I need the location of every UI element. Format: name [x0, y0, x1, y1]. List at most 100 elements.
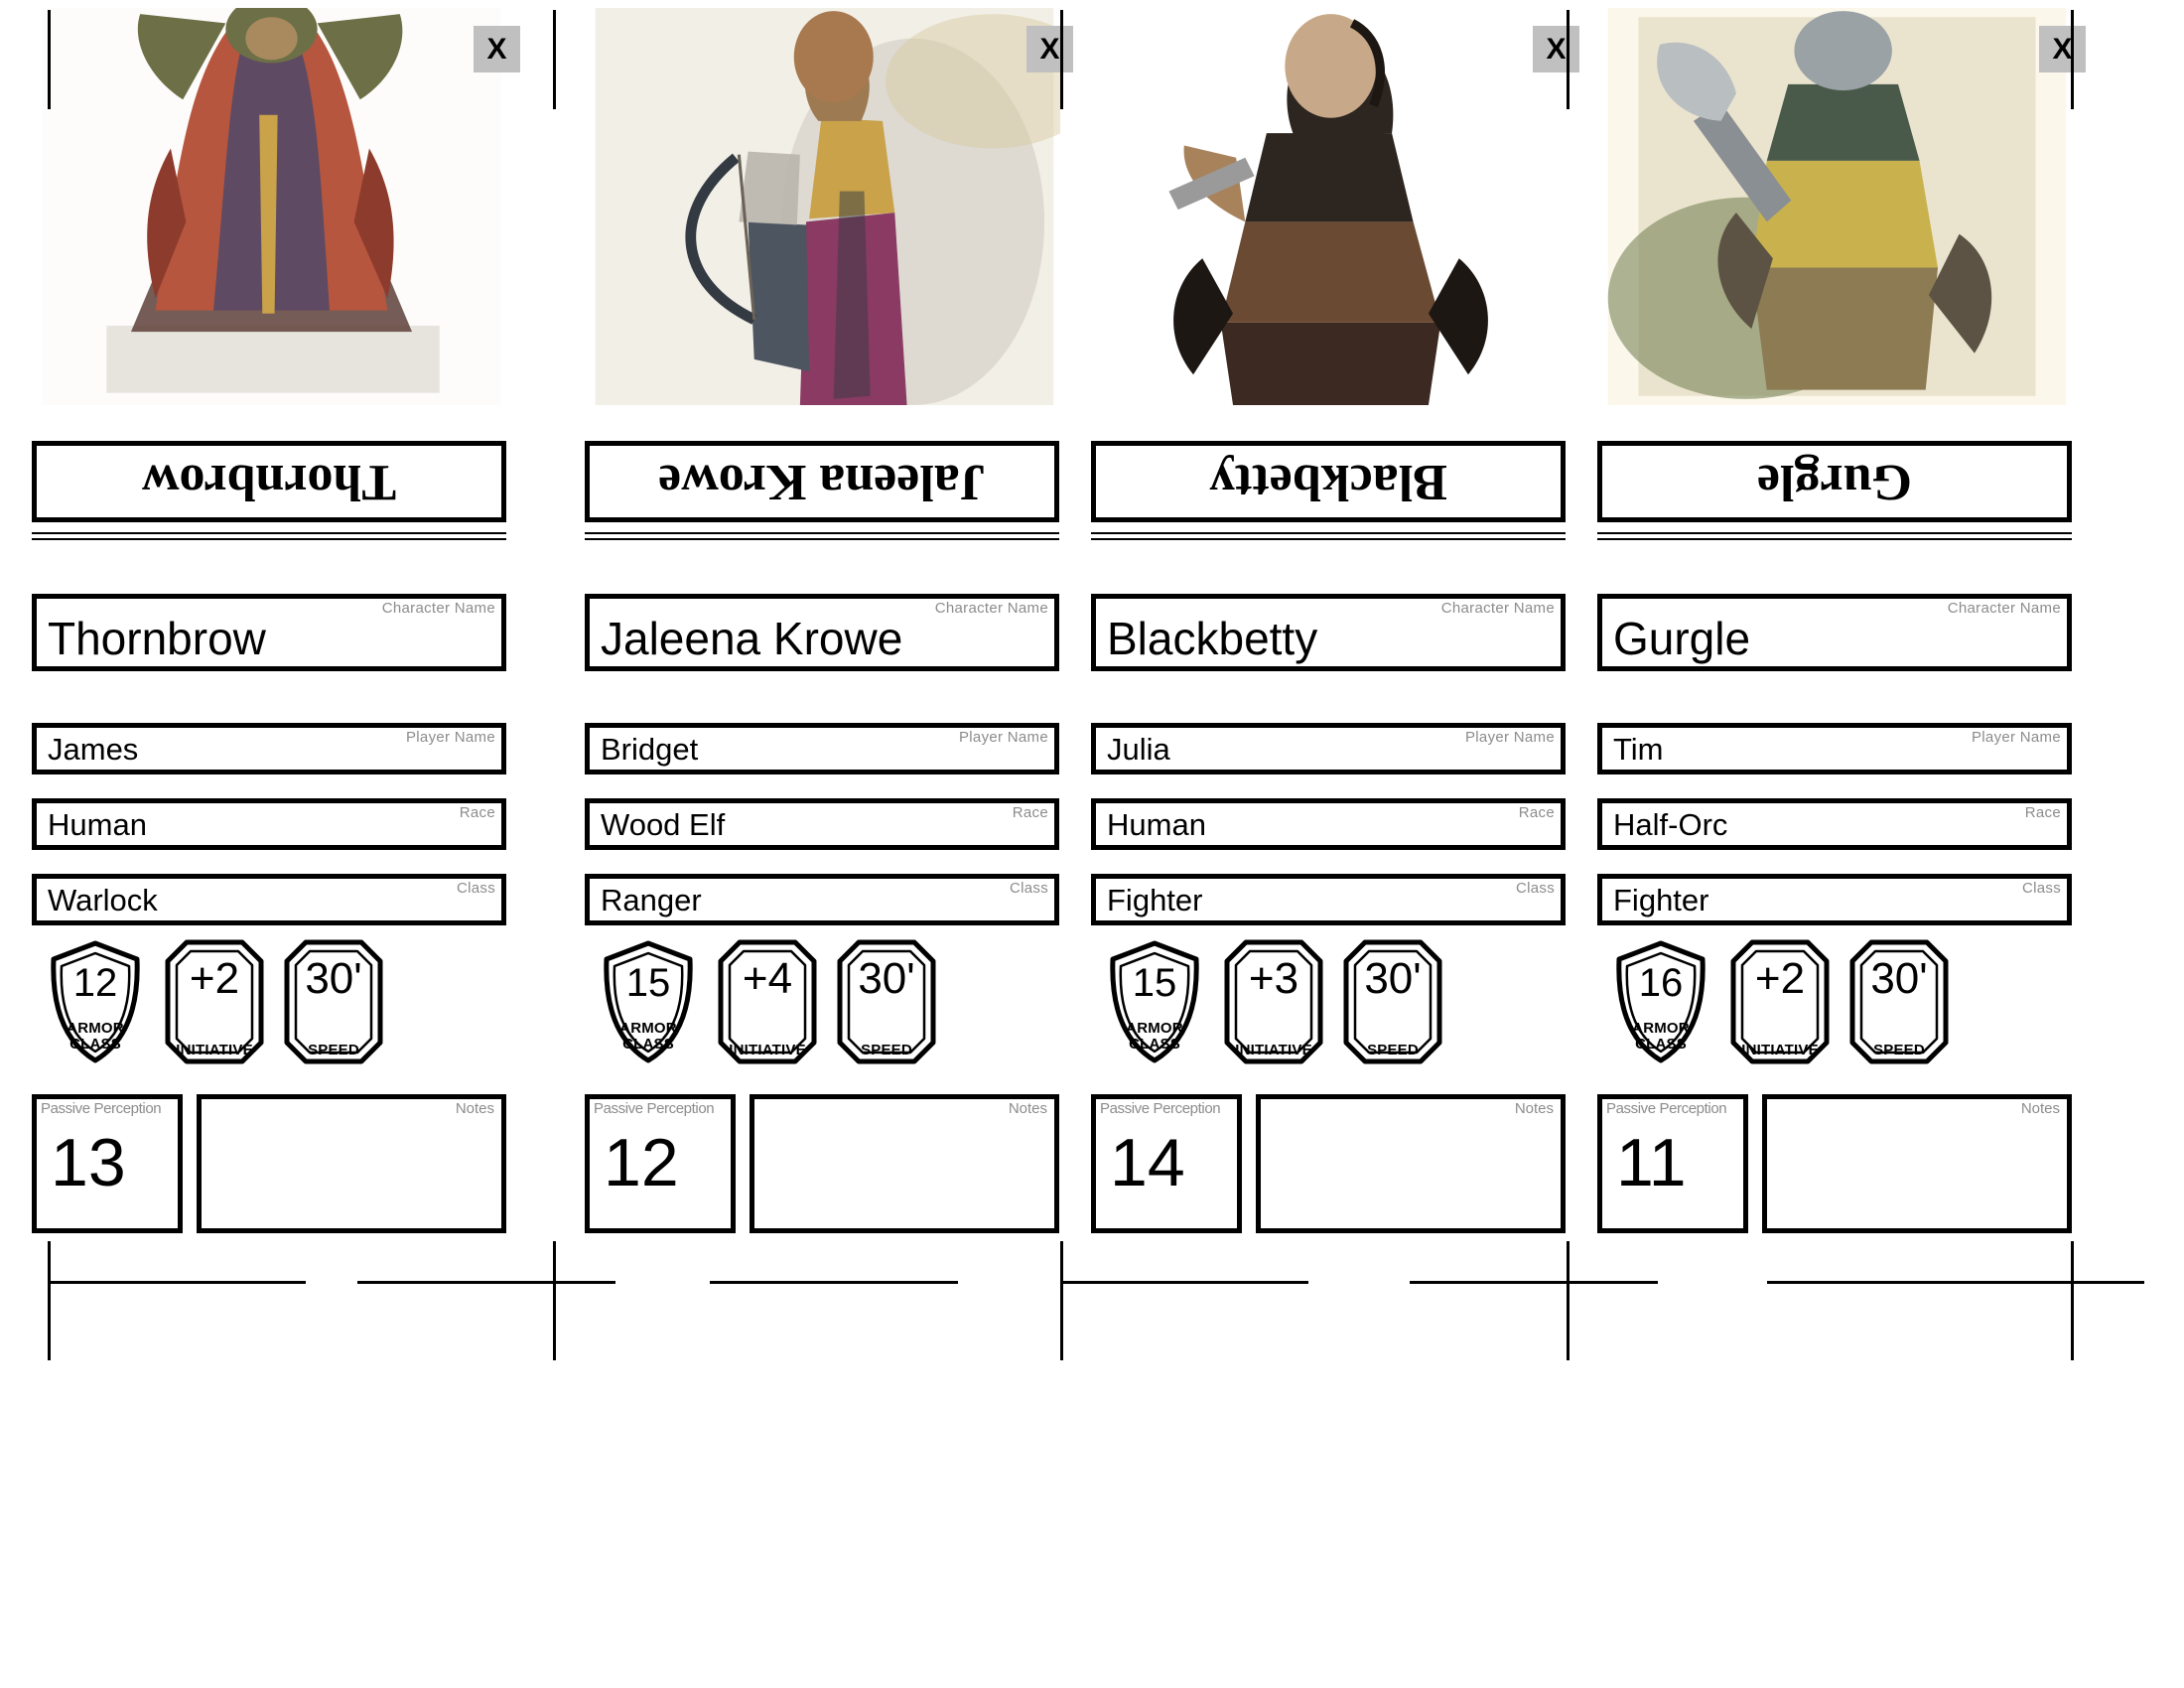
notes-label: Notes	[1008, 1100, 1047, 1117]
notes-box[interactable]: Notes	[1256, 1094, 1566, 1233]
initiative-caption: INITIATIVE	[1235, 1042, 1312, 1058]
crop-mark-horizontal	[710, 1281, 958, 1284]
character-name-label: Character Name	[1947, 600, 2061, 617]
race-label: Race	[1012, 804, 1048, 821]
class-value: Warlock	[48, 883, 158, 917]
class-label: Class	[456, 880, 495, 897]
character-name-value: Gurgle	[1613, 613, 1751, 664]
stats-row: 15 ARMOR CLASS +4 INITIATIVE 30' SPEED	[585, 939, 1059, 1064]
close-card-button[interactable]: X	[1026, 26, 1073, 72]
armor-class-caption-line1: ARMOR	[1126, 1020, 1183, 1037]
close-card-button[interactable]: X	[474, 26, 520, 72]
armor-class-shield: 16 ARMOR CLASS	[1611, 939, 1710, 1064]
crop-mark-horizontal	[1767, 1281, 2025, 1284]
class-value: Ranger	[601, 883, 702, 917]
speed-caption: SPEED	[1873, 1042, 1925, 1058]
speed-box: 30' SPEED	[284, 939, 383, 1064]
race-field[interactable]: Race Human	[32, 798, 506, 850]
passive-perception-box[interactable]: Passive Perception 14	[1091, 1094, 1242, 1233]
passive-perception-box[interactable]: Passive Perception 12	[585, 1094, 736, 1233]
character-name-label: Character Name	[1440, 600, 1555, 617]
passive-perception-box[interactable]: Passive Perception 11	[1597, 1094, 1748, 1233]
speed-caption: SPEED	[861, 1042, 912, 1058]
initiative-caption: INITIATIVE	[176, 1042, 253, 1058]
passive-perception-value: 11	[1616, 1125, 1687, 1200]
crop-mark-horizontal	[1410, 1281, 1658, 1284]
passive-perception-value: 12	[604, 1125, 679, 1200]
class-label: Class	[1515, 880, 1555, 897]
crop-mark-horizontal	[1060, 1281, 1308, 1284]
race-field[interactable]: Race Human	[1091, 798, 1566, 850]
race-label: Race	[2024, 804, 2061, 821]
card-name-banner: Thornbrow	[32, 441, 506, 522]
race-field[interactable]: Race Half-Orc	[1597, 798, 2072, 850]
notes-box[interactable]: Notes	[197, 1094, 506, 1233]
class-label: Class	[1009, 880, 1048, 897]
notes-box[interactable]: Notes	[1762, 1094, 2072, 1233]
initiative-caption: INITIATIVE	[1741, 1042, 1819, 1058]
character-portrait	[36, 8, 507, 405]
class-field[interactable]: Class Fighter	[1091, 874, 1566, 925]
notes-label: Notes	[2020, 1100, 2060, 1117]
crop-mark-horizontal	[48, 1281, 306, 1284]
armor-class-caption-line1: ARMOR	[1632, 1020, 1690, 1037]
player-name-value: Julia	[1107, 732, 1170, 767]
player-name-field[interactable]: Player Name Julia	[1091, 723, 1566, 774]
character-portrait	[589, 8, 1060, 405]
passive-perception-value: 13	[51, 1125, 126, 1200]
initiative-value: +4	[742, 954, 793, 1003]
character-name-field[interactable]: Character Name Gurgle	[1597, 594, 2072, 671]
character-name-field[interactable]: Character Name Jaleena Krowe	[585, 594, 1059, 671]
armor-class-value: 15	[625, 961, 671, 1005]
passive-perception-label: Passive Perception	[1100, 1100, 1221, 1117]
armor-class-shield: 15 ARMOR CLASS	[1105, 939, 1204, 1064]
banner-divider	[585, 532, 1059, 542]
stats-row: 16 ARMOR CLASS +2 INITIATIVE 30' SPEED	[1597, 939, 2072, 1064]
character-card: X Blackbetty Character Name Blackbetty P…	[1077, 0, 1584, 1291]
race-label: Race	[459, 804, 495, 821]
passive-perception-label: Passive Perception	[1606, 1100, 1727, 1117]
character-name-field[interactable]: Character Name Blackbetty	[1091, 594, 1566, 671]
class-field[interactable]: Class Ranger	[585, 874, 1059, 925]
race-value: Wood Elf	[601, 807, 726, 842]
close-card-button[interactable]: X	[2039, 26, 2086, 72]
class-field[interactable]: Class Fighter	[1597, 874, 2072, 925]
speed-box: 30' SPEED	[837, 939, 936, 1064]
crop-mark-horizontal	[357, 1281, 615, 1284]
character-name-value: Blackbetty	[1107, 613, 1318, 664]
crop-mark-horizontal	[2015, 1281, 2144, 1284]
crop-mark-vertical	[2071, 1241, 2074, 1360]
armor-class-caption: ARMOR CLASS	[599, 1021, 698, 1053]
passive-perception-box[interactable]: Passive Perception 13	[32, 1094, 183, 1233]
race-field[interactable]: Race Wood Elf	[585, 798, 1059, 850]
stats-row: 12 ARMOR CLASS +2 INITIATIVE 30' SPEED	[32, 939, 506, 1064]
player-name-field[interactable]: Player Name James	[32, 723, 506, 774]
player-name-value: Tim	[1613, 732, 1664, 767]
armor-class-shield: 15 ARMOR CLASS	[599, 939, 698, 1064]
portrait-art	[36, 8, 507, 405]
notes-box[interactable]: Notes	[750, 1094, 1059, 1233]
player-name-field[interactable]: Player Name Bridget	[585, 723, 1059, 774]
passive-perception-label: Passive Perception	[41, 1100, 162, 1117]
close-card-button[interactable]: X	[1533, 26, 1579, 72]
armor-class-caption: ARMOR CLASS	[46, 1021, 145, 1053]
player-name-label: Player Name	[406, 729, 495, 746]
armor-class-caption-line2: CLASS	[69, 1036, 121, 1053]
armor-class-value: 16	[1638, 961, 1684, 1005]
initiative-value: +3	[1248, 954, 1299, 1003]
race-value: Half-Orc	[1613, 807, 1728, 842]
initiative-box: +2 INITIATIVE	[165, 939, 264, 1064]
initiative-caption: INITIATIVE	[729, 1042, 806, 1058]
speed-value: 30'	[1870, 954, 1928, 1003]
class-field[interactable]: Class Warlock	[32, 874, 506, 925]
race-value: Human	[1107, 807, 1206, 842]
passive-perception-value: 14	[1110, 1125, 1185, 1200]
character-name-field[interactable]: Character Name Thornbrow	[32, 594, 506, 671]
character-name-value: Thornbrow	[48, 613, 266, 664]
banner-divider	[1597, 532, 2072, 542]
notes-label: Notes	[1514, 1100, 1554, 1117]
crop-mark-vertical	[1060, 10, 1063, 109]
card-name-banner-text: Gurgle	[1757, 454, 1912, 510]
player-name-field[interactable]: Player Name Tim	[1597, 723, 2072, 774]
player-name-value: Bridget	[601, 732, 699, 767]
